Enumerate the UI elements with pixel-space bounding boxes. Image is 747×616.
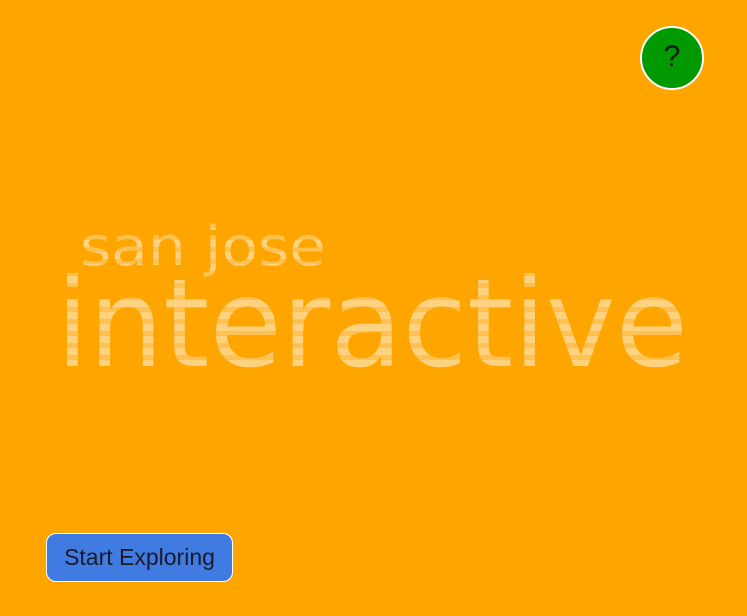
start-exploring-button[interactable]: Start Exploring: [46, 533, 233, 582]
logo: san jose interactive: [0, 0, 747, 616]
start-exploring-label: Start Exploring: [64, 544, 215, 570]
logo-line-2: interactive: [56, 253, 688, 395]
